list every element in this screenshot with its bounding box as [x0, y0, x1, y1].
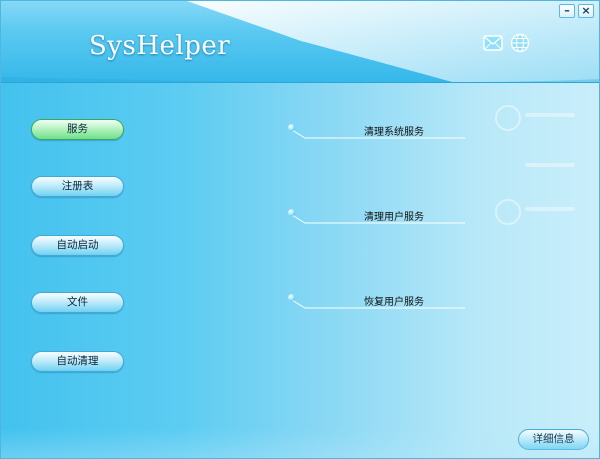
nav-registry-button[interactable]: 注册表 — [31, 176, 124, 197]
clean-system-services-label: 清理系统服务 — [364, 127, 424, 138]
background-decor — [525, 113, 575, 117]
background-decor — [525, 207, 575, 211]
background-decor — [525, 163, 575, 167]
background-decor — [495, 199, 521, 225]
close-button[interactable]: × — [578, 4, 594, 18]
clean-user-services-item[interactable]: 清理用户服务 — [285, 206, 469, 226]
details-button[interactable]: 详细信息 — [518, 429, 589, 450]
clean-user-services-label: 清理用户服务 — [364, 212, 424, 223]
nav-files-button[interactable]: 文件 — [31, 292, 124, 313]
header-banner: SysHelper – × — [1, 1, 599, 83]
restore-user-services-label: 恢复用户服务 — [364, 297, 424, 308]
background-decor — [495, 105, 521, 131]
bullet-dot-icon — [288, 209, 295, 216]
nav-autoclean-button[interactable]: 自动清理 — [31, 351, 124, 372]
app-window: SysHelper – × 服务 注册表 自动启动 文件 自动清理 清理系统服务… — [0, 0, 600, 459]
bullet-dot-icon — [288, 294, 295, 301]
app-title: SysHelper — [89, 31, 231, 61]
bullet-dot-icon — [288, 124, 295, 131]
mail-icon[interactable] — [483, 33, 503, 53]
nav-autostart-button[interactable]: 自动启动 — [31, 235, 124, 256]
clean-system-services-item[interactable]: 清理系统服务 — [285, 121, 469, 141]
nav-services-button[interactable]: 服务 — [31, 119, 124, 140]
minimize-button[interactable]: – — [559, 4, 575, 18]
restore-user-services-item[interactable]: 恢复用户服务 — [285, 291, 469, 311]
globe-icon[interactable] — [510, 33, 530, 53]
